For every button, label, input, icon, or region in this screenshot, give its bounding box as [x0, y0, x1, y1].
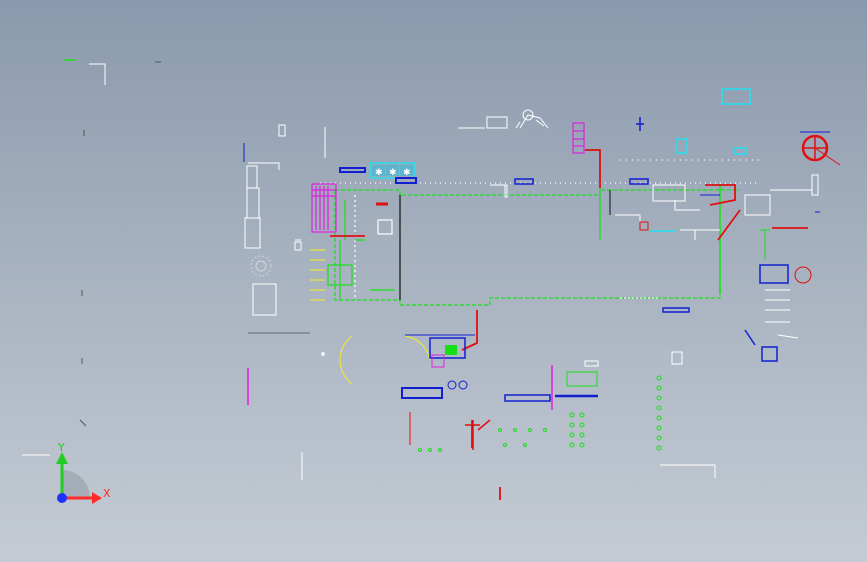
cad-viewport[interactable]: ✱ ✱ ✱ Y X: [0, 0, 867, 562]
magenta-cabinet: [572, 122, 585, 154]
left-column-structures: [243, 124, 326, 405]
svg-text:✱: ✱: [375, 168, 383, 178]
robot-arm-icon: [458, 109, 549, 129]
red-ducts: [330, 149, 808, 500]
stray-fragments-top-left: [63, 59, 161, 427]
x-axis-label: X: [103, 487, 111, 500]
fan-unit-icon: ✱ ✱ ✱: [339, 162, 417, 184]
y-axis-label: Y: [58, 441, 65, 454]
svg-text:✱: ✱: [389, 168, 397, 178]
bottom-center-equipment: [301, 334, 716, 480]
right-interior: [490, 184, 720, 299]
axis-triad: [22, 452, 102, 504]
top-blue-markers: [514, 117, 690, 313]
magenta-conveyor: [311, 183, 337, 233]
right-machinery-cluster: [744, 194, 820, 362]
factory-layout-drawing[interactable]: ✱ ✱ ✱: [0, 0, 867, 562]
svg-text:✱: ✱: [403, 168, 411, 178]
compass-icon: [770, 131, 841, 196]
left-green-pipework: [327, 200, 395, 300]
